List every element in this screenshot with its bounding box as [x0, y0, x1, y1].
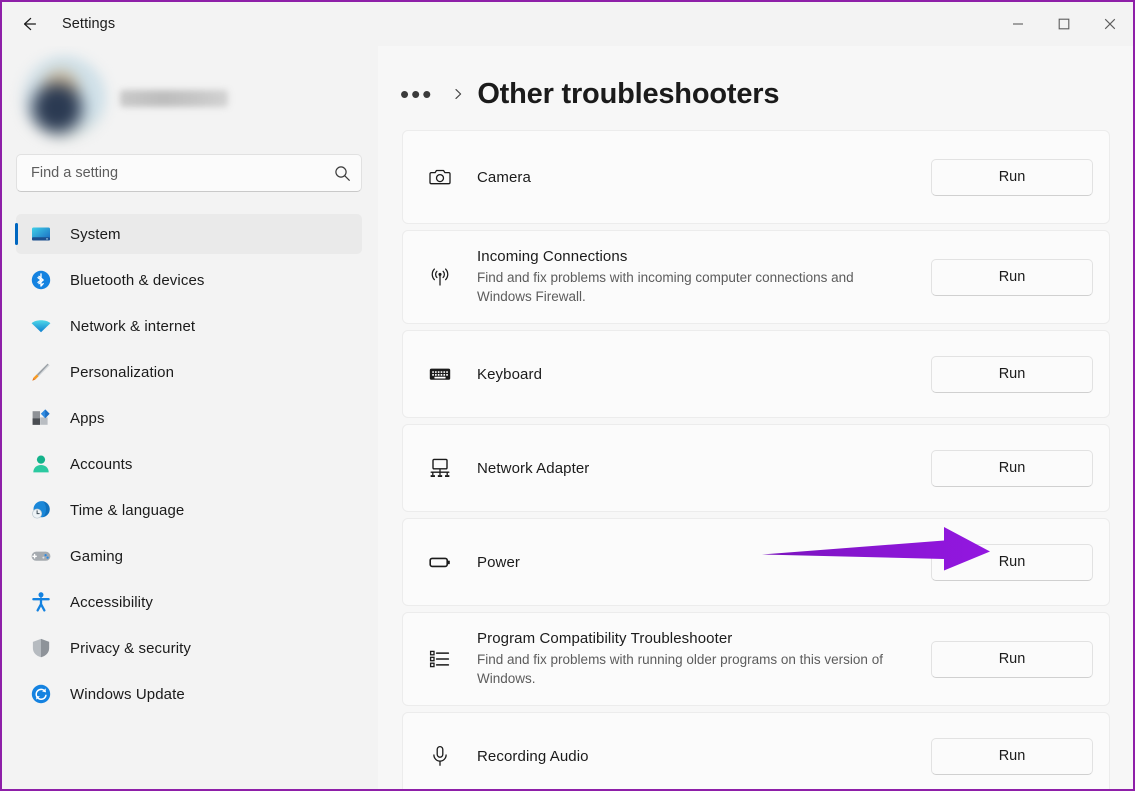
- page-title: Other troubleshooters: [477, 78, 779, 111]
- run-button-network-adapter[interactable]: Run: [931, 450, 1093, 487]
- troubleshooter-title: Network Adapter: [477, 460, 931, 477]
- troubleshooter-text: Incoming Connections Find and fix proble…: [477, 248, 931, 306]
- troubleshooter-text: Camera: [477, 169, 931, 186]
- troubleshooter-row-power[interactable]: Power Run: [402, 518, 1110, 606]
- troubleshooter-title: Incoming Connections: [477, 248, 931, 265]
- minimize-icon: [1012, 18, 1024, 30]
- breadcrumb-overflow-button[interactable]: •••: [396, 83, 437, 105]
- run-button-camera[interactable]: Run: [931, 159, 1093, 196]
- sidebar-item-label: Accounts: [70, 456, 133, 473]
- sidebar-item-label: Network & internet: [70, 318, 195, 335]
- sidebar-item-accessibility[interactable]: Accessibility: [16, 582, 362, 622]
- run-button-power[interactable]: Run: [931, 544, 1093, 581]
- troubleshooter-text: Network Adapter: [477, 460, 931, 477]
- run-button-recording-audio[interactable]: Run: [931, 738, 1093, 775]
- troubleshooter-row-incoming-connections[interactable]: Incoming Connections Find and fix proble…: [402, 230, 1110, 324]
- arrow-left-icon: [19, 14, 39, 34]
- search-input[interactable]: [17, 155, 323, 191]
- run-button-program-compatibility[interactable]: Run: [931, 641, 1093, 678]
- shield-icon: [28, 635, 54, 661]
- troubleshooter-list: Camera Run Incoming Conn: [378, 130, 1133, 791]
- sidebar: System Bluetooth & devices: [2, 46, 378, 791]
- app-title: Settings: [62, 16, 115, 32]
- troubleshooter-text: Power: [477, 554, 931, 571]
- sidebar-item-label: Privacy & security: [70, 640, 191, 657]
- search-icon[interactable]: [323, 165, 361, 182]
- paintbrush-icon: [28, 359, 54, 385]
- troubleshooter-text: Program Compatibility Troubleshooter Fin…: [477, 630, 931, 688]
- troubleshooter-row-program-compatibility[interactable]: Program Compatibility Troubleshooter Fin…: [402, 612, 1110, 706]
- monitor-icon: [28, 221, 54, 247]
- window-controls: [995, 2, 1133, 46]
- avatar: [22, 56, 106, 140]
- sidebar-item-network-internet[interactable]: Network & internet: [16, 306, 362, 346]
- sidebar-item-label: Apps: [70, 410, 105, 427]
- person-icon: [28, 451, 54, 477]
- sidebar-item-system[interactable]: System: [16, 214, 362, 254]
- microphone-icon: [423, 744, 457, 768]
- troubleshooter-row-keyboard[interactable]: Keyboard Run: [402, 330, 1110, 418]
- network-adapter-icon: [423, 456, 457, 480]
- troubleshooter-row-recording-audio[interactable]: Recording Audio Run: [402, 712, 1110, 791]
- troubleshooter-row-network-adapter[interactable]: Network Adapter Run: [402, 424, 1110, 512]
- close-icon: [1104, 18, 1116, 30]
- sidebar-item-label: Gaming: [70, 548, 123, 565]
- main-content: ••• Other troubleshooters Camera: [378, 46, 1133, 791]
- maximize-button[interactable]: [1041, 2, 1087, 46]
- sidebar-item-accounts[interactable]: Accounts: [16, 444, 362, 484]
- troubleshooter-title: Keyboard: [477, 366, 931, 383]
- wifi-icon: [28, 313, 54, 339]
- camera-icon: [423, 165, 457, 189]
- troubleshooter-description: Find and fix problems with running older…: [477, 650, 897, 688]
- chevron-right-icon: [451, 87, 465, 101]
- list-icon: [423, 647, 457, 671]
- update-sync-icon: [28, 681, 54, 707]
- troubleshooter-title: Camera: [477, 169, 931, 186]
- troubleshooter-text: Keyboard: [477, 366, 931, 383]
- title-bar: Settings: [2, 2, 1133, 46]
- apps-icon: [28, 405, 54, 431]
- troubleshooter-title: Program Compatibility Troubleshooter: [477, 630, 931, 647]
- run-button-keyboard[interactable]: Run: [931, 356, 1093, 393]
- sidebar-item-windows-update[interactable]: Windows Update: [16, 674, 362, 714]
- close-button[interactable]: [1087, 2, 1133, 46]
- run-button-incoming-connections[interactable]: Run: [931, 259, 1093, 296]
- account-name-redacted: [120, 90, 228, 107]
- sidebar-item-gaming[interactable]: Gaming: [16, 536, 362, 576]
- troubleshooter-row-camera[interactable]: Camera Run: [402, 130, 1110, 224]
- sidebar-item-apps[interactable]: Apps: [16, 398, 362, 438]
- back-button[interactable]: [12, 9, 46, 39]
- troubleshooter-title: Power: [477, 554, 931, 571]
- clock-globe-icon: [28, 497, 54, 523]
- bluetooth-icon: [28, 267, 54, 293]
- sidebar-item-time-language[interactable]: Time & language: [16, 490, 362, 530]
- keyboard-icon: [423, 362, 457, 386]
- battery-icon: [423, 550, 457, 574]
- accessibility-icon: [28, 589, 54, 615]
- troubleshooter-description: Find and fix problems with incoming comp…: [477, 268, 897, 306]
- breadcrumb: ••• Other troubleshooters: [396, 72, 1133, 116]
- sidebar-item-label: Windows Update: [70, 686, 185, 703]
- sidebar-item-label: Accessibility: [70, 594, 153, 611]
- troubleshooter-text: Recording Audio: [477, 748, 931, 765]
- sidebar-item-bluetooth-devices[interactable]: Bluetooth & devices: [16, 260, 362, 300]
- search-box[interactable]: [16, 154, 362, 192]
- sidebar-item-privacy-security[interactable]: Privacy & security: [16, 628, 362, 668]
- troubleshooter-title: Recording Audio: [477, 748, 931, 765]
- sidebar-item-label: Time & language: [70, 502, 184, 519]
- settings-window: Settings: [0, 0, 1135, 791]
- sidebar-item-label: System: [70, 226, 121, 243]
- account-tile[interactable]: [14, 58, 254, 138]
- minimize-button[interactable]: [995, 2, 1041, 46]
- sidebar-item-label: Personalization: [70, 364, 174, 381]
- maximize-icon: [1058, 18, 1070, 30]
- gamepad-icon: [28, 543, 54, 569]
- sidebar-item-personalization[interactable]: Personalization: [16, 352, 362, 392]
- sidebar-nav: System Bluetooth & devices: [2, 214, 378, 714]
- sidebar-item-label: Bluetooth & devices: [70, 272, 204, 289]
- broadcast-icon: [423, 265, 457, 289]
